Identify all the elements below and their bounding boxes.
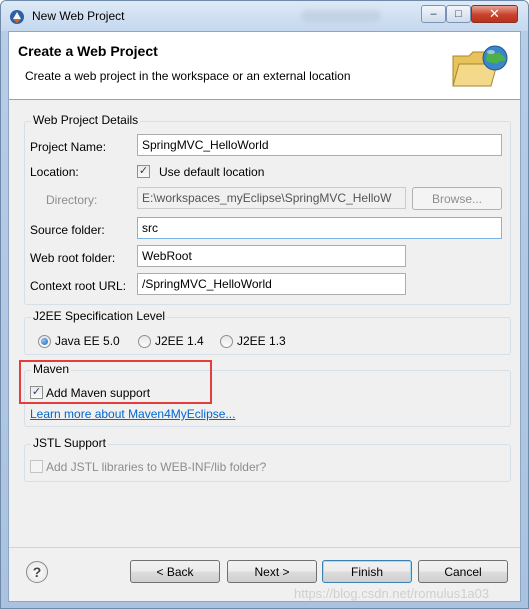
cancel-button[interactable]: Cancel	[418, 560, 508, 583]
window-title: New Web Project	[32, 9, 125, 23]
maximize-button[interactable]: □	[446, 5, 471, 23]
web-root-folder-input[interactable]: WebRoot	[137, 245, 406, 267]
finish-button[interactable]: Finish	[322, 560, 412, 583]
back-button[interactable]: < Back	[130, 560, 220, 583]
add-jstl-checkbox[interactable]	[30, 460, 43, 473]
jstl-support-label: JSTL Support	[31, 436, 108, 450]
j2ee-spec-level-label: J2EE Specification Level	[31, 309, 168, 323]
next-button[interactable]: Next >	[227, 560, 317, 583]
footer-separator	[9, 547, 520, 548]
help-icon[interactable]: ?	[26, 561, 48, 583]
add-maven-support-label: Add Maven support	[46, 386, 151, 400]
banner-title: Create a Web Project	[18, 43, 158, 59]
web-root-folder-label: Web root folder:	[30, 251, 116, 265]
banner-description: Create a web project in the workspace or…	[25, 69, 351, 83]
context-root-url-label: Context root URL:	[30, 279, 127, 293]
j2ee-1-4-label: J2EE 1.4	[155, 334, 204, 348]
j2ee-1-3-radio[interactable]	[220, 335, 233, 348]
blurred-title-text	[301, 10, 381, 22]
watermark-text: https://blog.csdn.net/romulus1a03	[294, 586, 490, 601]
dialog-client-area: Create a Web Project Create a web projec…	[8, 31, 521, 602]
directory-input[interactable]: E:\workspaces_myEclipse\SpringMVC_HelloW	[137, 187, 406, 209]
wizard-banner: Create a Web Project Create a web projec…	[9, 32, 520, 100]
source-folder-input[interactable]: src	[137, 217, 502, 239]
j2ee-1-4-radio[interactable]	[138, 335, 151, 348]
myeclipse-app-icon	[10, 10, 24, 24]
add-jstl-label: Add JSTL libraries to WEB-INF/lib folder…	[46, 460, 267, 474]
minimize-button[interactable]: –	[421, 5, 446, 23]
folder-globe-icon	[452, 45, 508, 87]
project-name-input[interactable]: SpringMVC_HelloWorld	[137, 134, 502, 156]
add-maven-support-checkbox[interactable]: ✓	[30, 386, 43, 399]
java-ee-5-radio[interactable]	[38, 335, 51, 348]
project-name-label: Project Name:	[30, 140, 107, 154]
web-project-details-label: Web Project Details	[31, 113, 141, 127]
new-web-project-window: New Web Project – □ ✕ Create a Web Proje…	[0, 0, 529, 609]
location-label: Location:	[30, 165, 79, 179]
j2ee-1-3-label: J2EE 1.3	[237, 334, 286, 348]
browse-button[interactable]: Browse...	[412, 187, 502, 210]
use-default-location-label: Use default location	[159, 165, 265, 179]
use-default-location-checkbox[interactable]: ✓	[137, 165, 150, 178]
title-bar[interactable]: New Web Project – □ ✕	[1, 1, 528, 31]
learn-more-maven-link[interactable]: Learn more about Maven4MyEclipse...	[30, 407, 235, 421]
source-folder-label: Source folder:	[30, 223, 105, 237]
context-root-url-input[interactable]: /SpringMVC_HelloWorld	[137, 273, 406, 295]
java-ee-5-label: Java EE 5.0	[55, 334, 120, 348]
close-button[interactable]: ✕	[471, 5, 518, 23]
directory-label: Directory:	[46, 193, 98, 207]
